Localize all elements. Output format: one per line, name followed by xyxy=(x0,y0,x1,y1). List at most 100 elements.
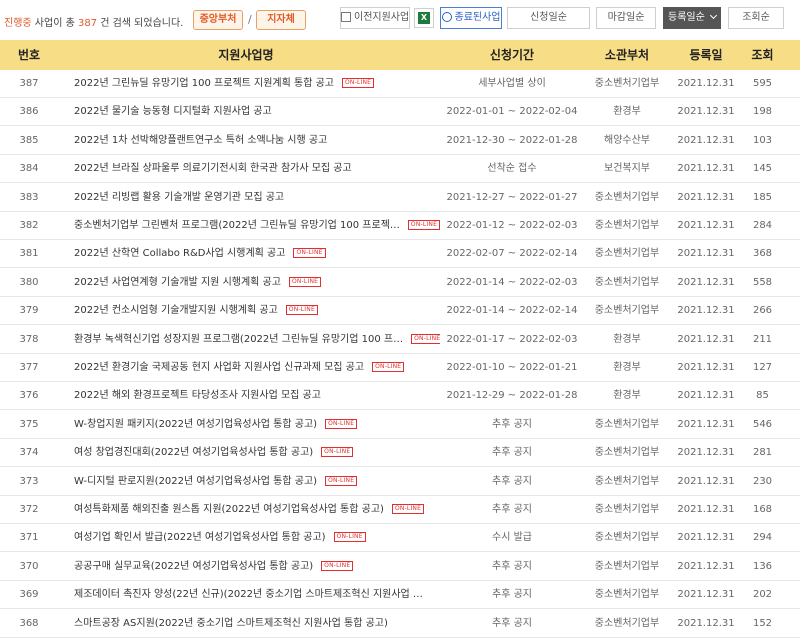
cell-views: 230 xyxy=(740,468,785,496)
program-title-link[interactable]: W-디지털 판로지원(2022년 여성기업육성사업 통합 공고) xyxy=(74,476,317,487)
cell-period: 2022-01-14 ~ 2022-02-03 xyxy=(444,269,580,297)
program-title-link[interactable]: 2022년 해외 환경프로젝트 타당성조사 지원사업 모집 공고 xyxy=(74,390,321,401)
sort-deadline-button[interactable]: 마감일순 xyxy=(596,7,656,29)
program-title-link[interactable]: 2022년 물기술 능동형 디지털화 지원사업 공고 xyxy=(74,106,272,117)
cell-title[interactable]: 중소벤처기업부 그린벤처 프로그램(2022년 그린뉴딜 유망기업 100 프로… xyxy=(74,212,440,240)
prev-programs-button[interactable]: 이전지원사업 xyxy=(340,7,410,29)
cell-title[interactable]: 스마트공장 AS지원(2022년 중소기업 스마트제조혁신 지원사업 통합 공고… xyxy=(74,610,440,638)
cell-no-text: 382 xyxy=(19,220,39,231)
program-title-link[interactable]: 여성 창업경진대회(2022년 여성기업육성사업 통합 공고) xyxy=(74,447,313,458)
cell-title[interactable]: 2022년 브라질 상파울루 의료기기전시회 한국관 참가사 모집 공고 xyxy=(74,155,440,183)
table-row[interactable]: 373 W-디지털 판로지원(2022년 여성기업육성사업 통합 공고) ON-LI… xyxy=(0,468,800,496)
cell-period: 추후 공지 xyxy=(444,581,580,609)
table-row[interactable]: 380 2022년 사업연계형 기술개발 지원 시행계획 공고 ON-LINE 202… xyxy=(0,269,800,297)
program-title-link[interactable]: 환경부 녹색혁신기업 성장지원 프로그램(2022년 그린뉴딜 유망기업 100… xyxy=(74,334,403,345)
cell-views: 558 xyxy=(740,269,785,297)
program-title-link[interactable]: W-창업지원 패키지(2022년 여성기업육성사업 통합 공고) xyxy=(74,419,317,430)
program-title-link[interactable]: 2022년 사업연계형 기술개발 지원 시행계획 공고 xyxy=(74,277,281,288)
program-title-link[interactable]: 2022년 산학연 Collabo R&D사업 시행계획 공고 xyxy=(74,248,285,259)
table-row[interactable]: 371 여성기업 확인서 발급(2022년 여성기업육성사업 통합 공고) ON-L… xyxy=(0,524,800,553)
table-row[interactable]: 368 스마트공장 AS지원(2022년 중소기업 스마트제조혁신 지원사업 통합… xyxy=(0,610,800,638)
cell-title[interactable]: 여성특화제품 해외진출 원스톱 지원(2022년 여성기업육성사업 통합 공고)… xyxy=(74,496,440,524)
cell-title[interactable]: 2022년 산학연 Collabo R&D사업 시행계획 공고 ON-LINE xyxy=(74,240,440,268)
cell-title[interactable]: 2022년 그린뉴딜 유망기업 100 프로젝트 지원계획 통합 공고 ON-LI… xyxy=(74,70,440,98)
closed-programs-button[interactable]: 종료된사업 xyxy=(440,7,502,29)
cell-no: 369 xyxy=(0,581,58,609)
cell-title[interactable]: 2022년 사업연계형 기술개발 지원 시행계획 공고 ON-LINE xyxy=(74,269,440,297)
cell-title[interactable]: W-디지털 판로지원(2022년 여성기업육성사업 통합 공고) ON-LINE xyxy=(74,468,440,496)
cell-title[interactable]: 2022년 1차 선박해양플랜트연구소 특허 소액나눔 시행 공고 xyxy=(74,127,440,155)
local-gov-filter-button[interactable]: 지자체 xyxy=(256,10,306,30)
program-title-link[interactable]: 2022년 리빙랩 활용 기술개발 운영기관 모집 공고 xyxy=(74,192,284,203)
cell-title[interactable]: 환경부 녹색혁신기업 성장지원 프로그램(2022년 그린뉴딜 유망기업 100… xyxy=(74,326,440,354)
cell-ministry: 보건복지부 xyxy=(582,155,672,183)
sort-apply-button[interactable]: 신청일순 xyxy=(507,7,590,29)
cell-title[interactable]: 2022년 리빙랩 활용 기술개발 운영기관 모집 공고 xyxy=(74,184,440,212)
cell-views-text: 284 xyxy=(752,220,773,231)
cell-period: 추후 공지 xyxy=(444,553,580,581)
result-count-text: 진행중 사업이 총 387 건 검색 되었습니다. xyxy=(4,14,183,29)
table-row[interactable]: 379 2022년 컨소시엄형 기술개발지원 시행계획 공고 ON-LINE 2022… xyxy=(0,297,800,326)
program-title-link[interactable]: 2022년 그린뉴딜 유망기업 100 프로젝트 지원계획 통합 공고 xyxy=(74,78,334,89)
cell-views: 211 xyxy=(740,326,785,354)
cell-no-text: 369 xyxy=(19,589,39,601)
cell-title[interactable]: 제조데이터 촉진자 양성(22년 신규)(2022년 중소기업 스마트제조혁신 … xyxy=(74,581,440,609)
cell-title[interactable]: 여성기업 확인서 발급(2022년 여성기업육성사업 통합 공고) ON-LINE xyxy=(74,524,440,552)
cell-period: 추후 공지 xyxy=(444,496,580,524)
cell-no: 386 xyxy=(0,98,58,126)
header-views: 조회 xyxy=(751,48,774,62)
program-title-link[interactable]: 중소벤처기업부 그린벤처 프로그램(2022년 그린뉴딜 유망기업 100 프로… xyxy=(74,220,400,231)
table-row[interactable]: 378 환경부 녹색혁신기업 성장지원 프로그램(2022년 그린뉴딜 유망기업 … xyxy=(0,326,800,354)
program-title-link[interactable]: 제조데이터 촉진자 양성(22년 신규)(2022년 중소기업 스마트제조혁신 … xyxy=(74,589,423,600)
cell-title[interactable]: 여성 창업경진대회(2022년 여성기업육성사업 통합 공고) ON-LINE xyxy=(74,439,440,467)
cell-period-text: 2021-12-29 ~ 2022-01-28 xyxy=(446,390,578,402)
table-row[interactable]: 383 2022년 리빙랩 활용 기술개발 운영기관 모집 공고 2021-12-2… xyxy=(0,184,800,212)
cell-title[interactable]: 2022년 환경기술 국제공동 현지 사업화 지원사업 신규과제 모집 공고 ON… xyxy=(74,354,440,382)
program-title-link[interactable]: 여성특화제품 해외진출 원스톱 지원(2022년 여성기업육성사업 통합 공고) xyxy=(74,504,384,515)
cell-title[interactable]: 2022년 컨소시엄형 기술개발지원 시행계획 공고 ON-LINE xyxy=(74,297,440,325)
program-title-link[interactable]: 2022년 1차 선박해양플랜트연구소 특허 소액나눔 시행 공고 xyxy=(74,135,327,146)
table-row[interactable]: 372 여성특화제품 해외진출 원스톱 지원(2022년 여성기업육성사업 통합 … xyxy=(0,496,800,524)
table-row[interactable]: 369 제조데이터 촉진자 양성(22년 신규)(2022년 중소기업 스마트제조… xyxy=(0,581,800,610)
cell-ministry: 중소벤처기업부 xyxy=(582,553,672,581)
cell-title[interactable]: 2022년 해외 환경프로젝트 타당성조사 지원사업 모집 공고 xyxy=(74,382,440,410)
cell-period: 2021-12-27 ~ 2022-01-27 xyxy=(444,184,580,212)
cell-title[interactable]: 공공구매 실무교육(2022년 여성기업육성사업 통합 공고) ON-LINE xyxy=(74,553,440,581)
program-title-link[interactable]: 공공구매 실무교육(2022년 여성기업육성사업 통합 공고) xyxy=(74,561,313,572)
table-row[interactable]: 382 중소벤처기업부 그린벤처 프로그램(2022년 그린뉴딜 유망기업 100… xyxy=(0,212,800,240)
table-row[interactable]: 370 공공구매 실무교육(2022년 여성기업육성사업 통합 공고) ON-LIN… xyxy=(0,553,800,581)
online-badge: ON-LINE xyxy=(325,475,358,486)
central-ministry-filter-button[interactable]: 중앙부처 xyxy=(193,10,243,30)
table-row[interactable]: 387 2022년 그린뉴딜 유망기업 100 프로젝트 지원계획 통합 공고 ON… xyxy=(0,70,800,98)
cell-no: 379 xyxy=(0,297,58,325)
table-row[interactable]: 374 여성 창업경진대회(2022년 여성기업육성사업 통합 공고) ON-LIN… xyxy=(0,439,800,468)
cell-period-text: 2021-12-27 ~ 2022-01-27 xyxy=(446,191,578,203)
table-row[interactable]: 375 W-창업지원 패키지(2022년 여성기업육성사업 통합 공고) ON-LI… xyxy=(0,411,800,439)
cell-ministry-text: 환경부 xyxy=(613,390,641,402)
sort-views-button[interactable]: 조회순 xyxy=(728,7,784,29)
sort-registered-button[interactable]: 등록일순 xyxy=(663,7,721,29)
table-row[interactable]: 385 2022년 1차 선박해양플랜트연구소 특허 소액나눔 시행 공고 2021… xyxy=(0,127,800,155)
table-row[interactable]: 376 2022년 해외 환경프로젝트 타당성조사 지원사업 모집 공고 2021-… xyxy=(0,382,800,411)
table-row[interactable]: 377 2022년 환경기술 국제공동 현지 사업화 지원사업 신규과제 모집 공… xyxy=(0,354,800,382)
cell-date: 2021.12.31 xyxy=(672,468,740,496)
cell-ministry-text: 중소벤처기업부 xyxy=(594,78,660,89)
table-row[interactable]: 384 2022년 브라질 상파울루 의료기기전시회 한국관 참가사 모집 공고 선… xyxy=(0,155,800,184)
excel-download-button[interactable]: X xyxy=(414,8,434,28)
cell-views: 595 xyxy=(740,70,785,98)
program-title-link[interactable]: 2022년 환경기술 국제공동 현지 사업화 지원사업 신규과제 모집 공고 xyxy=(74,362,364,373)
cell-views-text: 368 xyxy=(752,248,773,260)
cell-period: 추후 공지 xyxy=(444,468,580,496)
cell-ministry-text: 해양수산부 xyxy=(604,134,650,146)
program-title-link[interactable]: 2022년 컨소시엄형 기술개발지원 시행계획 공고 xyxy=(74,305,278,316)
table-row[interactable]: 386 2022년 물기술 능동형 디지털화 지원사업 공고 2022-01-01 … xyxy=(0,98,800,127)
cell-title[interactable]: 2022년 물기술 능동형 디지털화 지원사업 공고 xyxy=(74,98,440,126)
program-title-link[interactable]: 2022년 브라질 상파울루 의료기기전시회 한국관 참가사 모집 공고 xyxy=(74,163,352,174)
table-row[interactable]: 381 2022년 산학연 Collabo R&D사업 시행계획 공고 ON-LIN… xyxy=(0,240,800,269)
program-title-link[interactable]: 여성기업 확인서 발급(2022년 여성기업육성사업 통합 공고) xyxy=(74,532,326,543)
program-title-link[interactable]: 스마트공장 AS지원(2022년 중소기업 스마트제조혁신 지원사업 통합 공고… xyxy=(74,618,388,629)
cell-no-text: 373 xyxy=(19,475,39,487)
cell-ministry-text: 중소벤처기업부 xyxy=(594,418,660,430)
cell-title[interactable]: W-창업지원 패키지(2022년 여성기업육성사업 통합 공고) ON-LINE xyxy=(74,411,440,439)
cell-date-text: 2021.12.31 xyxy=(677,560,735,572)
